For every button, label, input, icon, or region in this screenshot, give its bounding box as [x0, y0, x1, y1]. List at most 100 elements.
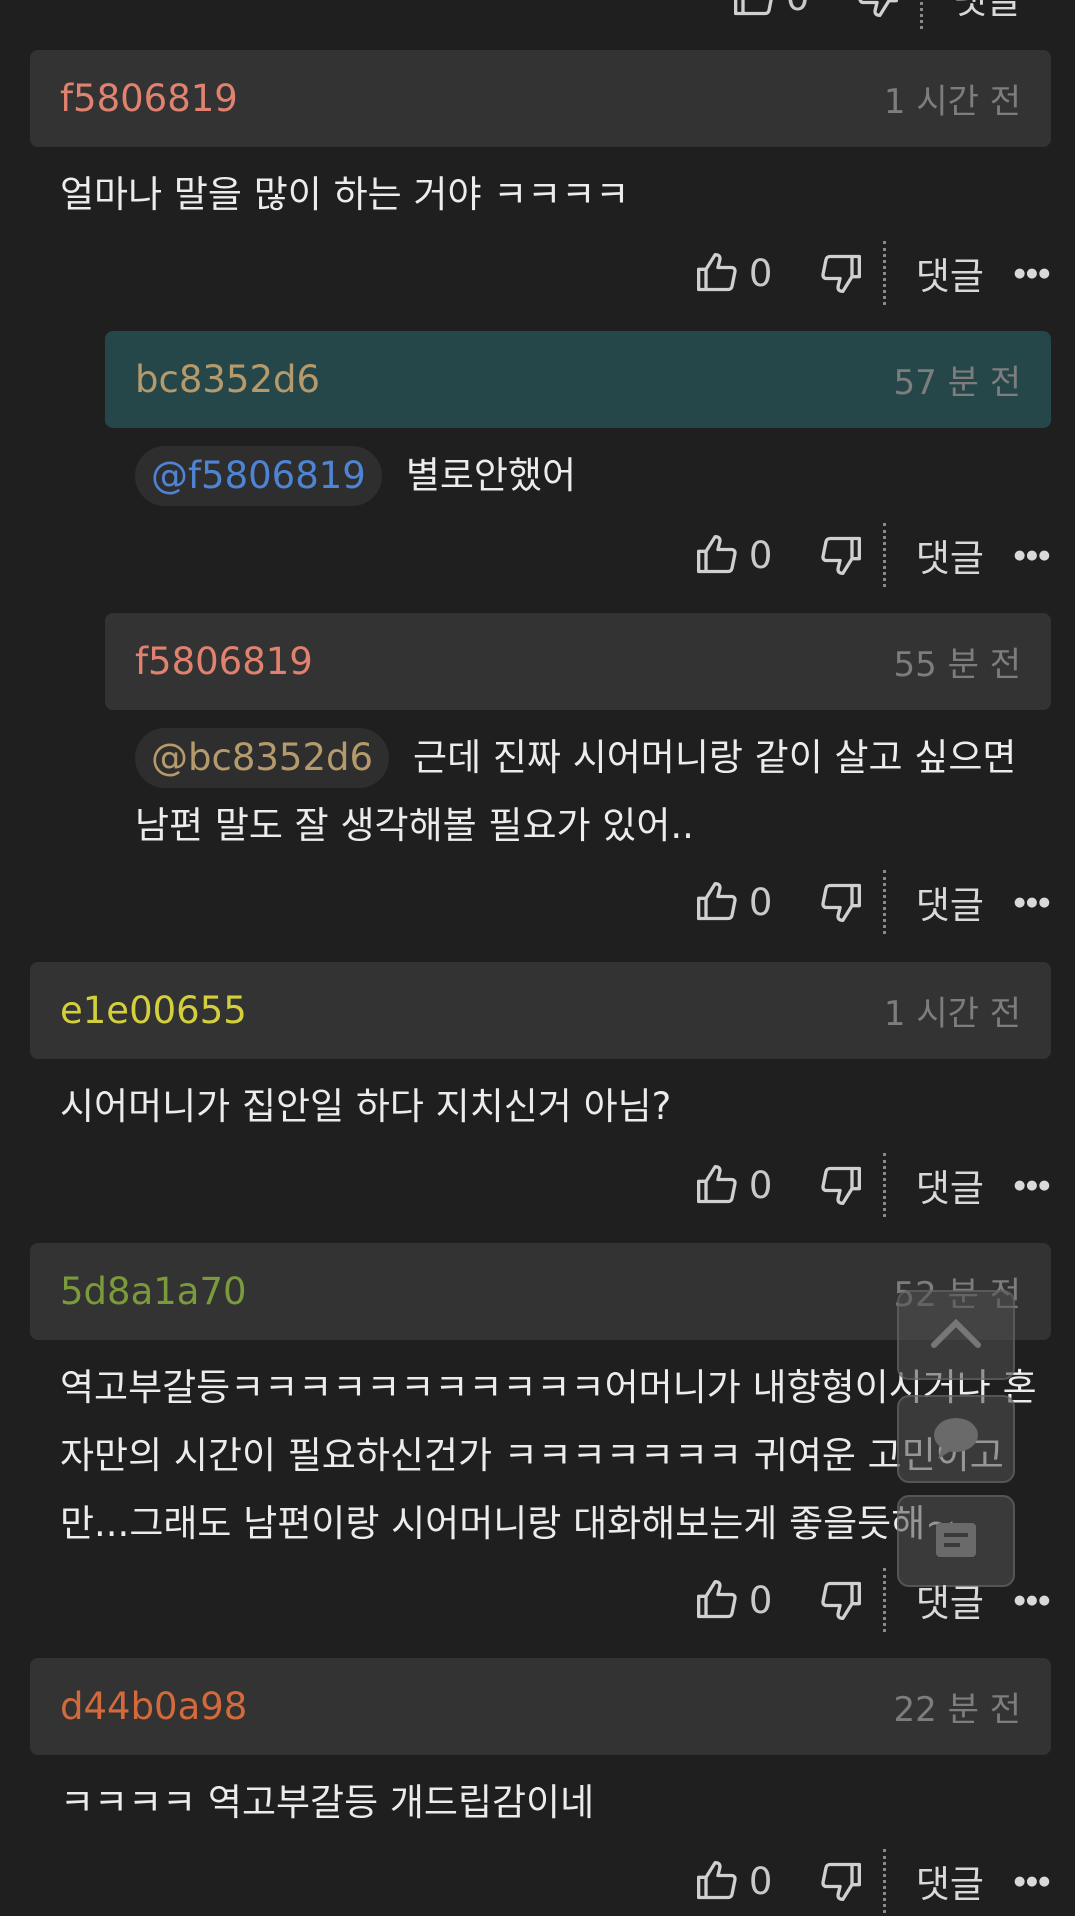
thumbs-up-icon — [695, 1575, 739, 1625]
timestamp: 1 시간 전 — [883, 994, 1021, 1034]
more-dots-icon[interactable]: ●●● — [1014, 548, 1051, 563]
more-dots-icon[interactable]: ●●● — [1014, 1593, 1051, 1608]
like-count: 0 — [748, 1163, 773, 1207]
mention-tag[interactable]: @f5806819 — [135, 446, 382, 506]
comment-actions: 0 댓글 ●●● — [695, 520, 1051, 590]
comment-text: ㅋㅋㅋㅋ 역고부갈등 개드립감이네 — [60, 1781, 595, 1824]
thumbs-up-icon — [695, 248, 739, 298]
reply-button[interactable]: 댓글 — [953, 0, 1021, 24]
more-dots-icon[interactable]: ●●● — [1014, 1874, 1051, 1889]
comment-text: 얼마나 말을 많이 하는 거야 ㅋㅋㅋㅋ — [60, 173, 630, 216]
timestamp: 57 분 전 — [893, 363, 1021, 403]
comment-actions: 0 댓글 ●●● — [695, 1565, 1051, 1635]
like-button[interactable]: 0 — [695, 1160, 819, 1210]
comment-actions-partial: 0 댓글 — [732, 0, 1051, 32]
like-count: 0 — [748, 880, 773, 924]
comment-actions: 0 댓글 ●●● — [695, 238, 1051, 308]
thumbs-up-icon — [695, 1856, 739, 1906]
comment-body: @bc8352d6 근데 진짜 시어머니랑 같이 살고 싶으면 남편 말도 잘 생… — [135, 724, 1051, 860]
thumbs-down-icon — [819, 248, 863, 298]
username[interactable]: f5806819 — [60, 77, 238, 120]
scroll-top-button[interactable] — [897, 1290, 1015, 1380]
thumbs-down-icon — [856, 0, 900, 22]
like-count: 0 — [748, 251, 773, 295]
comment-body: 시어머니가 집안일 하다 지치신거 아님? — [60, 1073, 1051, 1141]
divider — [919, 0, 923, 29]
thumbs-up-icon — [732, 0, 776, 22]
reply-button[interactable]: 댓글 — [916, 1573, 984, 1627]
write-icon — [928, 1515, 984, 1567]
reply-button[interactable]: 댓글 — [916, 528, 984, 582]
reply-button[interactable]: 댓글 — [916, 1854, 984, 1908]
like-button[interactable]: 0 — [732, 0, 856, 22]
thumbs-up-icon — [695, 530, 739, 580]
divider — [882, 870, 886, 934]
thumbs-down-icon — [819, 1575, 863, 1625]
thumbs-up-icon — [695, 877, 739, 927]
dislike-button[interactable] — [819, 1856, 863, 1906]
thumbs-down-icon — [819, 1160, 863, 1210]
username[interactable]: d44b0a98 — [60, 1685, 247, 1728]
timestamp: 1 시간 전 — [883, 82, 1021, 122]
like-button[interactable]: 0 — [695, 877, 819, 927]
comment-header: d44b0a98 22 분 전 — [30, 1658, 1051, 1755]
dislike-button[interactable] — [819, 248, 863, 298]
thumbs-up-icon — [695, 1160, 739, 1210]
reply-button[interactable]: 댓글 — [916, 1158, 984, 1212]
comment-header: bc8352d6 57 분 전 — [105, 331, 1051, 428]
mention-tag[interactable]: @bc8352d6 — [135, 728, 390, 788]
reply-comment: bc8352d6 57 분 전 @f5806819 별로안했어 — [105, 331, 1051, 510]
thumbs-down-icon — [819, 877, 863, 927]
dislike-button[interactable] — [819, 530, 863, 580]
username[interactable]: f5806819 — [135, 640, 313, 683]
like-count: 0 — [748, 533, 773, 577]
more-dots-icon[interactable]: ●●● — [1014, 1178, 1051, 1193]
divider — [882, 523, 886, 587]
reply-comment: f5806819 55 분 전 @bc8352d6 근데 진짜 시어머니랑 같이 살고… — [105, 613, 1051, 860]
chat-icon — [928, 1413, 984, 1465]
comment-body: ㅋㅋㅋㅋ 역고부갈등 개드립감이네 — [60, 1769, 1051, 1837]
chat-button[interactable] — [897, 1395, 1015, 1483]
comment: e1e00655 1 시간 전시어머니가 집안일 하다 지치신거 아님? — [30, 962, 1051, 1141]
comment-actions: 0 댓글 ●●● — [695, 1150, 1051, 1220]
divider — [882, 1153, 886, 1217]
like-button[interactable]: 0 — [695, 248, 819, 298]
username[interactable]: 5d8a1a70 — [60, 1270, 247, 1313]
comment-body: @f5806819 별로안했어 — [135, 442, 1051, 510]
timestamp: 55 분 전 — [893, 645, 1021, 685]
thumbs-down-icon — [819, 1856, 863, 1906]
thumbs-down-icon — [819, 530, 863, 580]
like-button[interactable]: 0 — [695, 530, 819, 580]
chevron-up-icon — [928, 1313, 984, 1357]
username[interactable]: e1e00655 — [60, 989, 247, 1032]
comment-text: 역고부갈등ㅋㅋㅋㅋㅋㅋㅋㅋㅋㅋㅋ어머니가 내향형이시거나 혼자만의 시간이 필요… — [60, 1366, 1037, 1545]
reply-button[interactable]: 댓글 — [916, 246, 984, 300]
dislike-button[interactable] — [819, 1575, 863, 1625]
comment-actions: 0 댓글 ●●● — [695, 867, 1051, 937]
comment: f5806819 1 시간 전얼마나 말을 많이 하는 거야 ㅋㅋㅋㅋ — [30, 50, 1051, 229]
timestamp: 22 분 전 — [893, 1690, 1021, 1730]
like-count: 0 — [748, 1859, 773, 1903]
dislike-button[interactable] — [856, 0, 900, 22]
divider — [882, 1568, 886, 1632]
like-button[interactable]: 0 — [695, 1856, 819, 1906]
like-count: 0 — [786, 0, 856, 19]
like-count: 0 — [748, 1578, 773, 1622]
comment-header: f5806819 1 시간 전 — [30, 50, 1051, 147]
comment-body: 얼마나 말을 많이 하는 거야 ㅋㅋㅋㅋ — [60, 161, 1051, 229]
divider — [882, 241, 886, 305]
comment-text: 시어머니가 집안일 하다 지치신거 아님? — [60, 1085, 672, 1128]
username[interactable]: bc8352d6 — [135, 358, 320, 401]
divider — [882, 1849, 886, 1913]
comment-text: 별로안했어 — [405, 454, 577, 497]
comment-header: e1e00655 1 시간 전 — [30, 962, 1051, 1059]
comment: d44b0a98 22 분 전 ㅋㅋㅋㅋ 역고부갈등 개드립감이네 — [30, 1658, 1051, 1837]
like-button[interactable]: 0 — [695, 1575, 819, 1625]
dislike-button[interactable] — [819, 877, 863, 927]
comment-actions: 0 댓글 ●●● — [695, 1846, 1051, 1916]
comment-header: f5806819 55 분 전 — [105, 613, 1051, 710]
reply-button[interactable]: 댓글 — [916, 875, 984, 929]
dislike-button[interactable] — [819, 1160, 863, 1210]
more-dots-icon[interactable]: ●●● — [1014, 266, 1051, 281]
more-dots-icon[interactable]: ●●● — [1014, 895, 1051, 910]
